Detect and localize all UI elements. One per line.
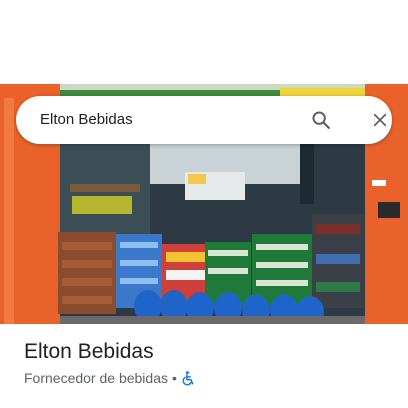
wheelchair-accessible-icon: [181, 370, 195, 386]
place-title[interactable]: Elton Bebidas: [24, 340, 154, 364]
search-icon: [312, 111, 330, 129]
clear-search-button[interactable]: [362, 102, 398, 138]
search-input[interactable]: Elton Bebidas: [40, 96, 133, 144]
search-button[interactable]: [303, 102, 339, 138]
place-category: Fornecedor de bebidas: [24, 370, 168, 386]
close-icon: [373, 113, 387, 127]
place-subtitle: Fornecedor de bebidas •: [24, 370, 195, 386]
search-bar[interactable]: Elton Bebidas: [16, 96, 392, 144]
separator-dot: •: [172, 370, 177, 386]
